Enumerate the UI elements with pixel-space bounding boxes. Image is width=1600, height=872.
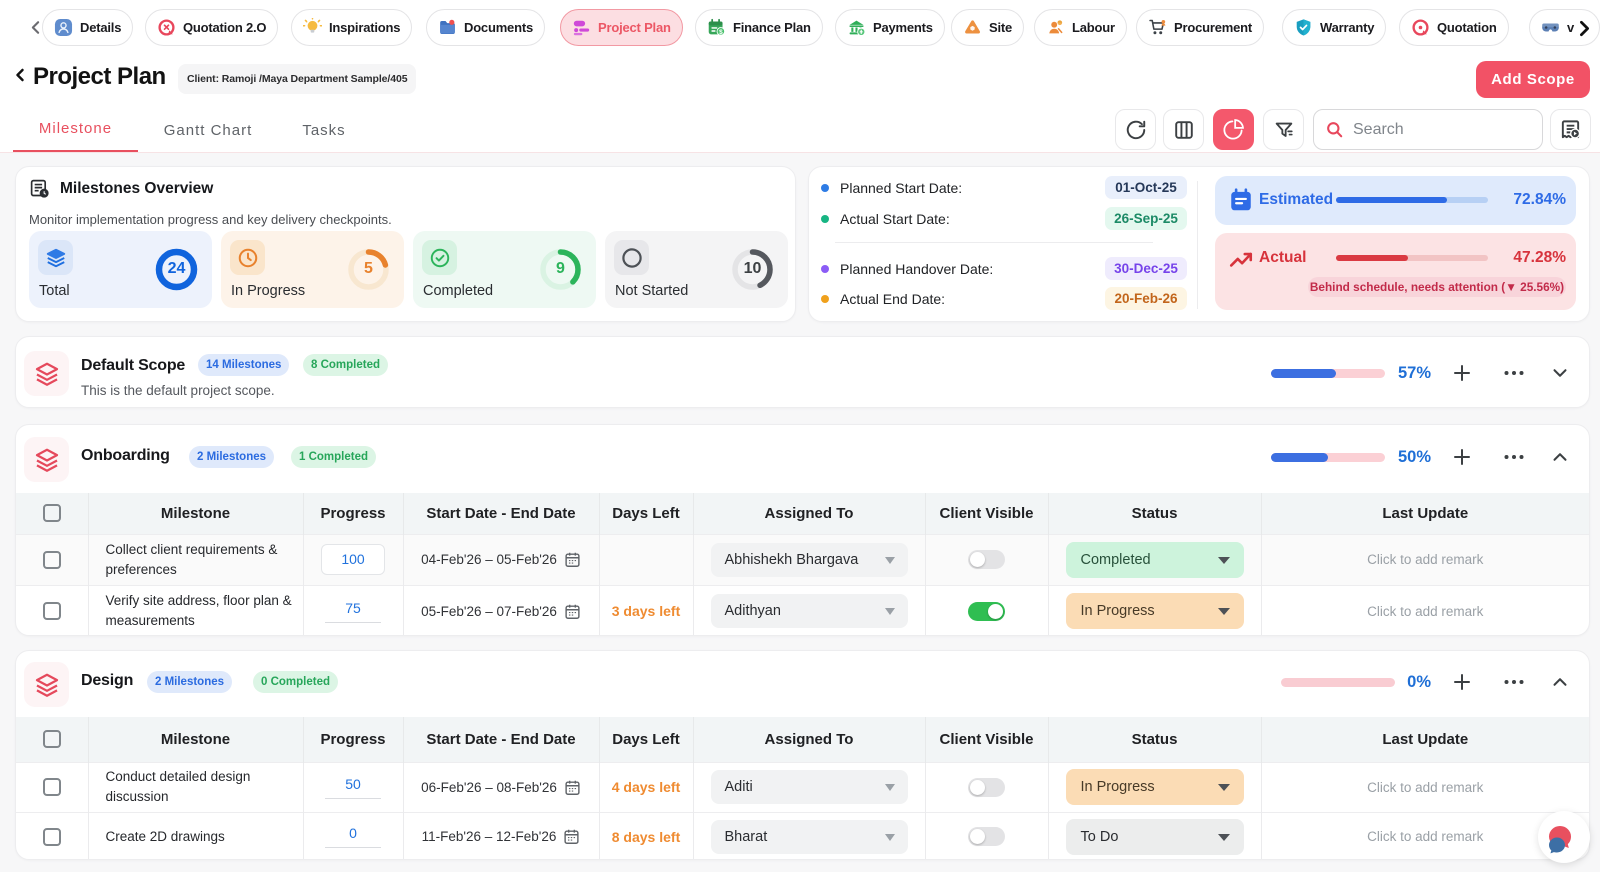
svg-text:$: $ xyxy=(719,29,723,36)
